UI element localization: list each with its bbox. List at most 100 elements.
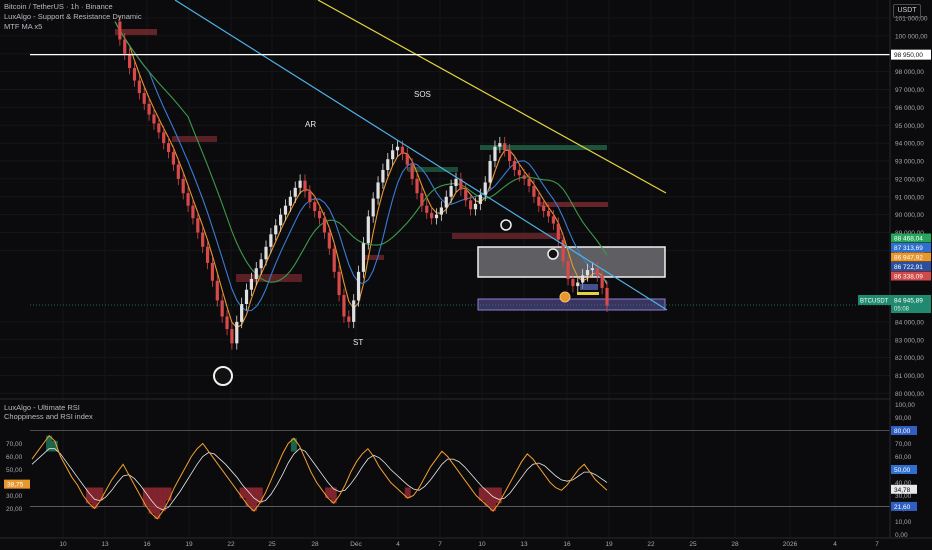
rsi-value-label: 50,00: [894, 467, 911, 474]
candle-body: [420, 193, 424, 206]
candle-body: [473, 203, 478, 210]
candle-body: [288, 196, 292, 206]
candle-body: [225, 316, 229, 330]
candle-body: [464, 189, 468, 201]
candle-body: [571, 278, 575, 287]
time-tick-label: 22: [227, 541, 235, 548]
candle-body: [132, 68, 137, 81]
candle-body: [356, 271, 361, 301]
candle-body: [366, 216, 370, 244]
annotation-sos: SOS: [414, 90, 431, 99]
price-tick-label: 96 000,00: [895, 105, 924, 112]
currency-button[interactable]: USDT: [893, 4, 921, 18]
time-tick-label: 7: [438, 541, 442, 548]
price-tick-label: 95 000,00: [895, 123, 924, 130]
candle-body: [201, 232, 205, 247]
time-tick-label: 16: [143, 541, 151, 548]
candle-body: [210, 262, 215, 281]
annotation-st: ST: [353, 338, 363, 347]
time-tick-label: 28: [311, 541, 319, 548]
rsi-value-label: 38,75: [7, 482, 24, 489]
candle-body: [425, 205, 429, 213]
oversold-fill: [154, 487, 161, 519]
candle-body: [371, 198, 375, 217]
candle-body: [581, 275, 585, 283]
price-label: 86 338,09: [894, 274, 923, 281]
candle-body: [313, 202, 317, 212]
candle-body: [352, 300, 356, 322]
candle-body: [166, 143, 171, 153]
candle-body: [186, 193, 190, 206]
rsi-tick-label: 100,00: [895, 402, 915, 409]
candle-body: [142, 93, 146, 104]
oversold-fill: [495, 487, 502, 504]
candle-body: [430, 212, 434, 219]
candle-body: [274, 225, 278, 235]
candle-body: [386, 159, 390, 170]
candle-body: [410, 164, 414, 179]
demand-box[interactable]: [477, 298, 666, 311]
candle-body: [123, 39, 127, 54]
time-tick-label: 13: [520, 541, 528, 548]
price-tick-label: 100 000,00: [895, 33, 928, 40]
candle-body: [171, 152, 176, 165]
candle-body: [454, 178, 458, 187]
candle-body: [283, 205, 288, 215]
rsi-left-tick: 20,00: [6, 506, 23, 513]
candle-body: [542, 205, 546, 212]
candle-body: [444, 196, 448, 208]
candle-body: [327, 232, 331, 249]
time-tick-label: 4: [833, 541, 837, 548]
candle-body: [308, 191, 312, 203]
marker-bar: [577, 292, 599, 295]
candle-body: [342, 295, 346, 317]
candle-body: [605, 287, 609, 306]
rsi-title[interactable]: LuxAlgo - Ultimate RSI: [4, 403, 80, 412]
chart-canvas[interactable]: AR SOS ST 70,0060,0050,0040,0030,0020,00…: [0, 0, 932, 550]
candle-body: [488, 161, 492, 183]
candle-body: [196, 218, 200, 233]
last-price-value: 84 945,89: [894, 298, 923, 305]
time-tick-label: 25: [689, 541, 697, 548]
candle-body: [439, 207, 443, 215]
time-tick-label: 10: [59, 541, 67, 548]
candle-body: [517, 169, 521, 176]
indicator-2-label[interactable]: MTF MA x5: [4, 22, 42, 31]
candle-body: [162, 132, 166, 144]
price-tick-label: 91 000,00: [895, 194, 924, 201]
marker-circle: [547, 248, 559, 260]
oversold-fill: [239, 487, 246, 499]
indicator-1-label[interactable]: LuxAlgo - Support & Resistance Dynamic: [4, 12, 142, 21]
candle-body: [400, 146, 405, 154]
marker-circle-orange: [559, 291, 571, 303]
candle-body: [181, 178, 185, 194]
time-tick-label: 4: [396, 541, 400, 548]
price-tick-label: 80 000,00: [895, 391, 924, 398]
time-tick-label: 19: [605, 541, 613, 548]
candle-body: [576, 282, 580, 287]
spring-marker: [213, 366, 233, 386]
candle-body: [478, 194, 482, 204]
price-tick-label: 83 000,00: [895, 337, 924, 344]
rsi-left-tick: 50,00: [6, 467, 23, 474]
rsi-value-label: 34,78: [894, 487, 911, 494]
candle-body: [595, 268, 599, 276]
candle-body: [264, 246, 268, 260]
time-tick-label: 16: [563, 541, 571, 548]
rsi-left-tick: 30,00: [6, 493, 23, 500]
candle-body: [532, 186, 536, 197]
price-tick-label: 92 000,00: [895, 176, 924, 183]
candle-body: [244, 289, 249, 304]
time-tick-label: 2026: [783, 541, 798, 548]
price-tick-label: 81 000,00: [895, 373, 924, 380]
candle-body: [191, 205, 195, 219]
price-tick-label: 94 000,00: [895, 141, 924, 148]
candle-body: [537, 196, 541, 206]
rsi-subtitle[interactable]: Choppiness and RSI index: [4, 412, 93, 421]
symbol-label: BTCUSDT: [860, 299, 889, 305]
oversold-fill: [165, 487, 172, 501]
oversold-fill: [484, 487, 491, 506]
symbol-title[interactable]: Bitcoin / TetherUS · 1h · Binance: [4, 2, 113, 11]
price-label: 88 468,04: [894, 236, 923, 243]
candle-body: [469, 200, 473, 210]
